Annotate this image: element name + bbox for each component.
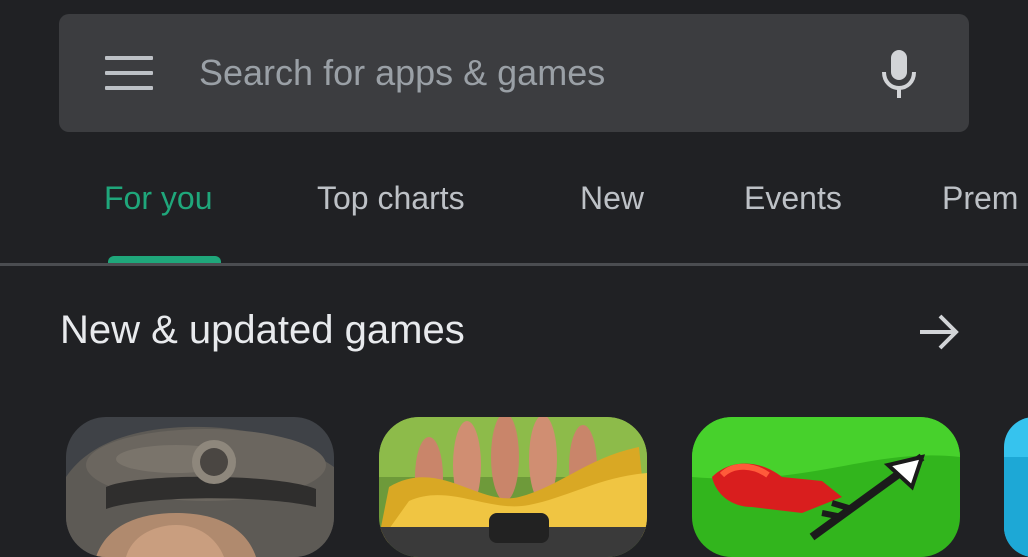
arrow-right-icon[interactable]: [916, 312, 962, 352]
app-icon-partial[interactable]: [1004, 417, 1028, 557]
tabs-divider: [0, 263, 1028, 266]
app-icon-coin-hands-game[interactable]: [379, 417, 647, 557]
tab-premium[interactable]: Prem: [942, 180, 1018, 264]
hamburger-menu-icon[interactable]: [105, 56, 153, 90]
search-input[interactable]: [199, 44, 839, 102]
search-bar[interactable]: [59, 14, 969, 132]
section-title: New & updated games: [60, 308, 465, 352]
microphone-icon[interactable]: [879, 48, 919, 100]
tab-for-you[interactable]: For you: [104, 180, 212, 264]
tab-top-charts[interactable]: Top charts: [317, 180, 465, 264]
tab-events[interactable]: Events: [744, 180, 842, 264]
app-icon-arrow-game[interactable]: [692, 417, 960, 557]
tab-bar: For you Top charts New Events Prem: [0, 160, 1028, 264]
tab-new[interactable]: New: [580, 180, 644, 264]
app-icon-soldier-game[interactable]: [66, 417, 334, 557]
